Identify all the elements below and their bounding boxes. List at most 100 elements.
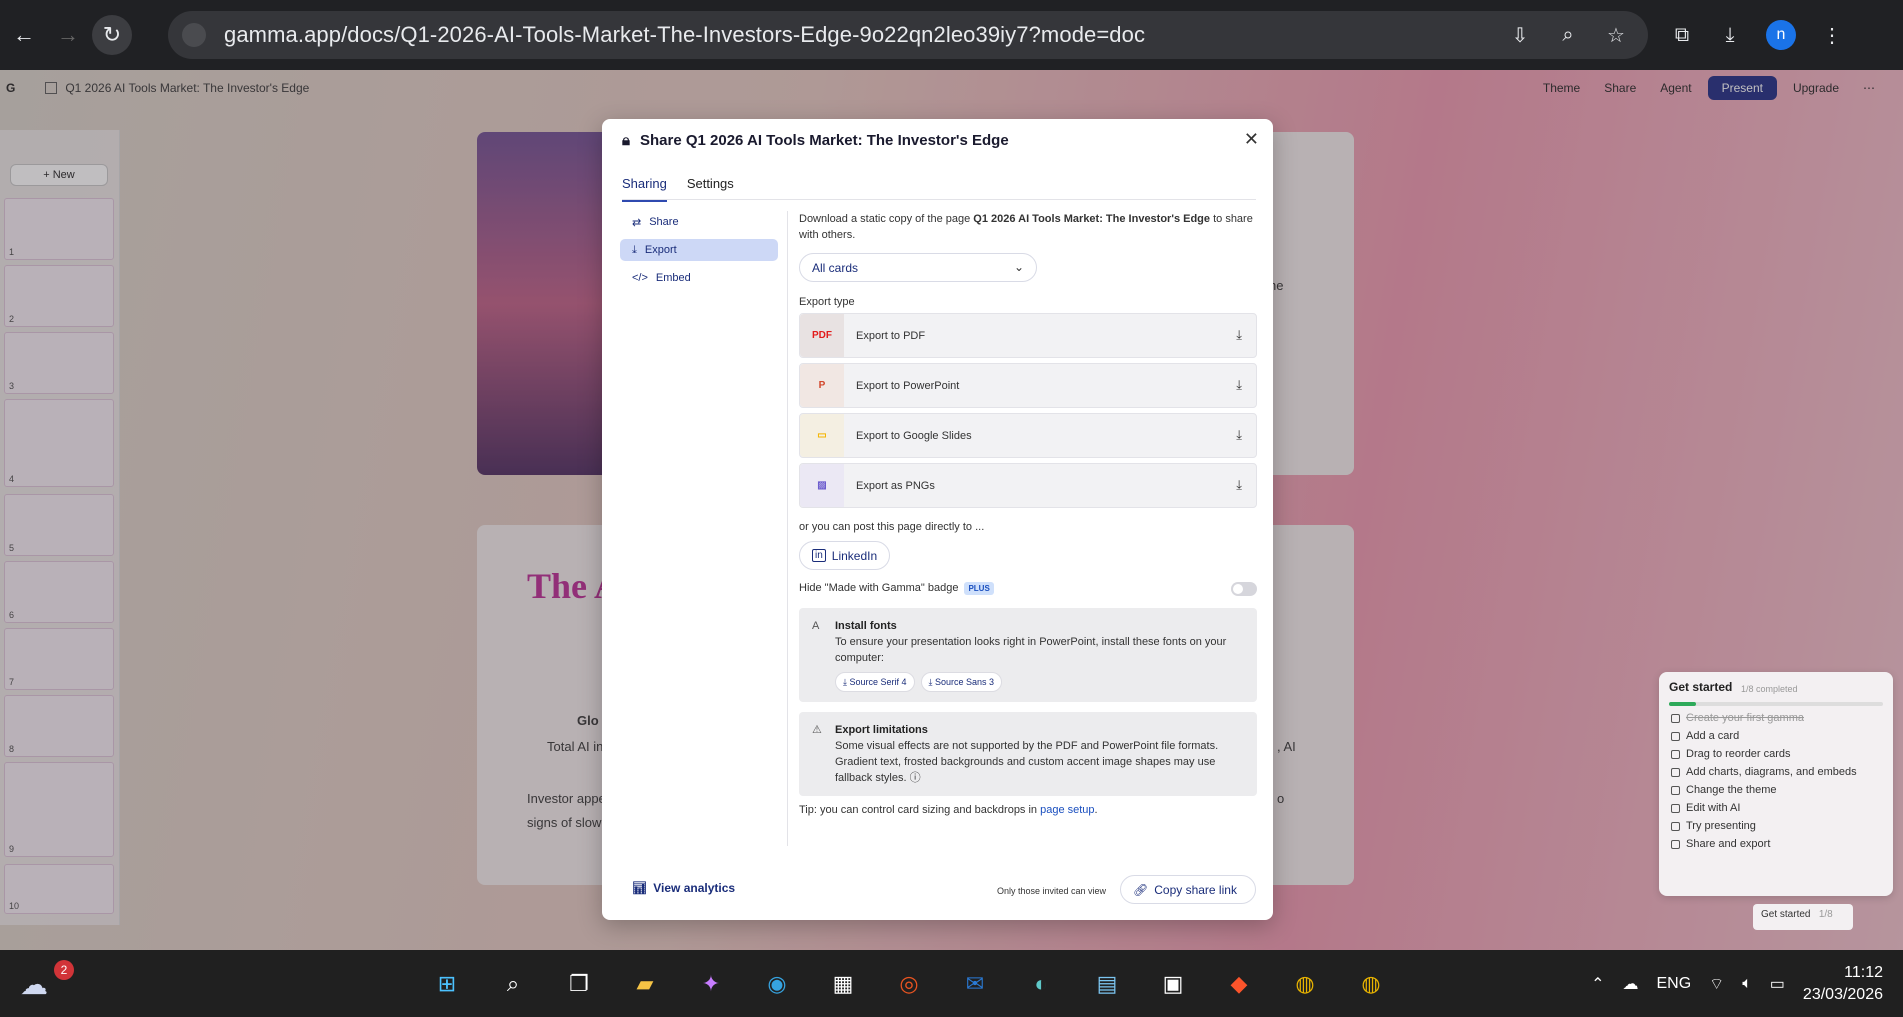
get-started-title: Get started — [1669, 680, 1733, 694]
cards-select[interactable]: All cards ⌄ — [799, 253, 1037, 282]
checkbox-icon[interactable] — [1671, 839, 1680, 849]
export-option-2[interactable]: ▭ Export to Google Slides ⤓ — [799, 413, 1257, 458]
bookmark-star-icon[interactable]: ☆ — [1604, 23, 1628, 47]
get-started-item[interactable]: Share and export — [1671, 838, 1770, 850]
export-option-0[interactable]: PDF Export to PDF ⤓ — [799, 313, 1257, 358]
language-indicator[interactable]: ENG — [1656, 975, 1691, 993]
search-icon[interactable]: ⌕ — [491, 962, 535, 1006]
checkbox-icon[interactable] — [1671, 731, 1680, 741]
zoom-icon[interactable]: ⌕ — [1556, 23, 1580, 47]
terminal-icon[interactable]: ▣ — [1151, 962, 1195, 1006]
chrome-icon[interactable]: ◍ — [1283, 962, 1327, 1006]
export-option-3[interactable]: ▨ Export as PNGs ⤓ — [799, 463, 1257, 508]
edge-icon[interactable]: ◉ — [755, 962, 799, 1006]
get-started-item[interactable]: Edit with AI — [1671, 802, 1740, 814]
checkbox-icon[interactable] — [1671, 767, 1680, 777]
install-fonts-box: A Install fonts To ensure your presentat… — [799, 608, 1257, 702]
chrome-profile-icon[interactable]: ◍ — [1349, 962, 1393, 1006]
download-icon[interactable]: ⤓ — [1236, 427, 1242, 443]
get-started-item[interactable]: Try presenting — [1671, 820, 1756, 832]
ubuntu-icon[interactable]: ◎ — [887, 962, 931, 1006]
menu-kebab-icon[interactable]: ⋮ — [1820, 23, 1844, 47]
export-option-label: Export to PDF — [856, 329, 926, 342]
windows-taskbar: ☁ 2 ⊞ ⌕ ❐ ▰ ✦ ◉ ▦ ◎ ✉ ◐ ▤ ▣ ◆ ◍ ◍ ⌃ ☁ EN… — [0, 950, 1903, 1017]
brave-icon[interactable]: ◆ — [1217, 962, 1261, 1006]
nav-share[interactable]: ⇄ Share — [620, 211, 778, 233]
battery-icon[interactable]: ▭ — [1770, 974, 1785, 994]
volume-icon[interactable]: 🔈︎ — [1742, 975, 1752, 993]
copilot-icon[interactable]: ✦ — [689, 962, 733, 1006]
export-type-label: Export type — [799, 296, 855, 308]
file-explorer-icon[interactable]: ▰ — [623, 962, 667, 1006]
get-started-item[interactable]: Change the theme — [1671, 784, 1777, 796]
get-started-item-label: Try presenting — [1686, 820, 1756, 832]
export-option-label: Export to Google Slides — [856, 429, 972, 442]
download-icon[interactable]: ⤓ — [1236, 477, 1242, 493]
get-started-item-label: Share and export — [1686, 838, 1771, 850]
store-icon[interactable]: ▦ — [821, 962, 865, 1006]
linkedin-button[interactable]: in LinkedIn — [799, 541, 890, 570]
app-icon[interactable]: ◐ — [1019, 962, 1063, 1006]
desc-prefix: Download a static copy of the page — [799, 213, 974, 225]
task-view-icon[interactable]: ❐ — [557, 962, 601, 1006]
download-icon[interactable]: ⤓ — [1236, 327, 1242, 343]
get-started-item[interactable]: Add a card — [1671, 730, 1739, 742]
export-limitations-box: ⚠ Export limitations Some visual effects… — [799, 712, 1257, 796]
export-option-1[interactable]: P Export to PowerPoint ⤓ — [799, 363, 1257, 408]
forward-button[interactable]: → — [48, 15, 88, 55]
get-started-item[interactable]: Drag to reorder cards — [1671, 748, 1791, 760]
nav-export[interactable]: ⤓ Export — [620, 239, 778, 261]
get-started-item[interactable]: Add charts, diagrams, and embeds — [1671, 766, 1857, 778]
get-started-item[interactable]: Create your first gamma — [1671, 712, 1804, 724]
image-icon: ▨ — [800, 464, 844, 507]
checkbox-icon[interactable] — [1671, 821, 1680, 831]
checkbox-icon[interactable] — [1671, 785, 1680, 795]
font-download-button[interactable]: ⤓ Source Sans 3 — [920, 672, 1003, 692]
clock[interactable]: 11:12 23/03/2026 — [1803, 962, 1883, 1006]
info-icon[interactable]: ⓘ — [910, 772, 921, 784]
download-icon: ⤓ — [632, 243, 637, 256]
google-slides-icon: ▭ — [800, 414, 844, 457]
link-icon: 🔗︎ — [1133, 882, 1149, 897]
get-started-item-label: Edit with AI — [1686, 802, 1741, 814]
chevron-up-icon[interactable]: ⌃ — [1591, 974, 1604, 994]
tabs-divider — [622, 199, 1256, 200]
get-started-mini[interactable]: Get started 1/8 — [1753, 904, 1853, 930]
checkbox-icon[interactable] — [1671, 713, 1680, 723]
nav-embed[interactable]: </> Embed — [620, 267, 778, 289]
checkbox-icon[interactable] — [1671, 749, 1680, 759]
downloads-icon[interactable]: ⤓ — [1718, 23, 1742, 47]
powerpoint-icon: P — [800, 364, 844, 407]
checkbox-icon[interactable] — [1671, 803, 1680, 813]
download-icon[interactable]: ⤓ — [1236, 377, 1242, 393]
hide-badge-row: Hide "Made with Gamma" badge PLUS — [799, 578, 1257, 598]
dialog-footer: 📊︎ View analytics Only those invited can … — [602, 869, 1273, 920]
address-bar[interactable]: gamma.app/docs/Q1-2026-AI-Tools-Market-T… — [168, 11, 1648, 59]
font-icon: A — [812, 620, 820, 632]
hide-badge-toggle[interactable] — [1231, 582, 1257, 596]
warning-icon: ⚠ — [812, 724, 822, 736]
onedrive-icon[interactable]: ☁ — [1622, 974, 1638, 994]
copy-share-link-button[interactable]: 🔗︎ Copy share link — [1120, 875, 1256, 904]
page-setup-link[interactable]: page setup — [1040, 804, 1094, 816]
chevron-down-icon: ⌄ — [1013, 260, 1024, 274]
site-info-icon[interactable] — [182, 23, 206, 47]
reload-button[interactable]: ↻ — [92, 15, 132, 55]
close-icon[interactable]: ✕ — [1244, 129, 1259, 150]
weather-widget[interactable]: ☁ 2 — [20, 958, 74, 1002]
view-analytics-button[interactable]: 📊︎ View analytics — [632, 881, 735, 895]
font-download-button[interactable]: ⤓ Source Serif 4 — [835, 672, 915, 692]
code-icon: </> — [632, 272, 648, 284]
font-name: Source Sans 3 — [935, 677, 995, 687]
wifi-icon[interactable]: ⌔ — [1709, 974, 1724, 994]
profile-avatar[interactable]: n — [1766, 20, 1796, 50]
notepad-icon[interactable]: ▤ — [1085, 962, 1129, 1006]
get-started-mini-label: Get started — [1761, 909, 1811, 920]
url-text[interactable]: gamma.app/docs/Q1-2026-AI-Tools-Market-T… — [224, 22, 1145, 48]
analytics-icon: 📊︎ — [632, 881, 648, 895]
outlook-icon[interactable]: ✉ — [953, 962, 997, 1006]
back-button[interactable]: ← — [4, 15, 44, 55]
install-app-icon[interactable]: ⇩ — [1508, 23, 1532, 47]
extensions-icon[interactable]: ⧉ — [1670, 23, 1694, 47]
start-icon[interactable]: ⊞ — [425, 962, 469, 1006]
